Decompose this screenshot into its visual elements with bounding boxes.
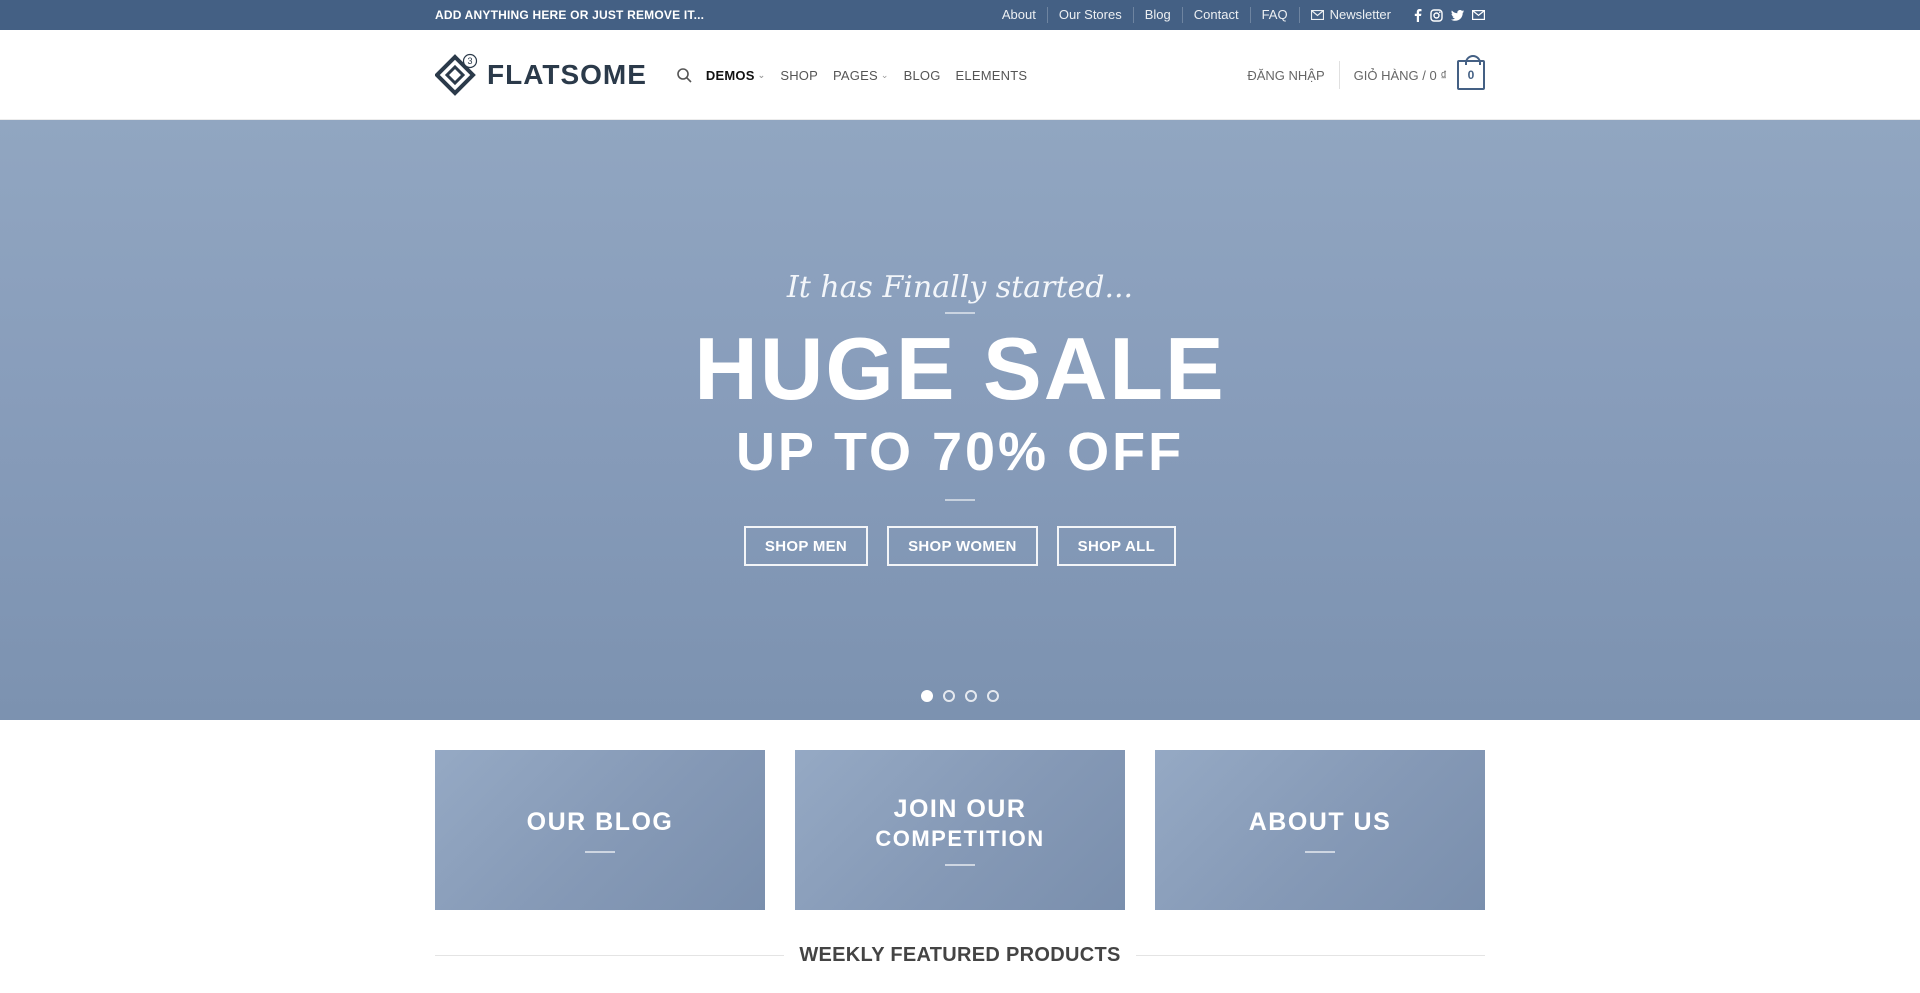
hero-buttons: SHOP MEN SHOP WOMEN SHOP ALL [660,526,1260,566]
shop-women-button[interactable]: SHOP WOMEN [887,526,1038,566]
logo-badge: 3 [467,56,472,66]
slider-dot-2[interactable] [943,690,955,702]
nav-pages[interactable]: PAGES ⌄ [833,68,889,83]
hero-divider-bottom [945,499,975,501]
nav-elements[interactable]: ELEMENTS [956,68,1028,83]
cart-count-badge[interactable]: 0 [1457,55,1485,90]
nav-pages-label: PAGES [833,67,878,83]
envelope-icon [1310,10,1324,20]
heading-line-left [435,954,785,956]
our-blog-label: OUR BLOG [526,808,674,837]
header-actions: ĐĂNG NHẬP GIỎ HÀNG / 0 ₫ 0 [1247,55,1485,90]
email-icon[interactable] [1472,10,1485,20]
promo-boxes: OUR BLOG JOIN OUR COMPETITION ABOUT US [435,750,1485,910]
competition-box[interactable]: JOIN OUR COMPETITION [795,750,1125,910]
top-link-about[interactable]: About [991,7,1047,23]
heading-line-right [1135,954,1485,956]
chevron-down-icon: ⌄ [757,69,766,80]
nav-demos[interactable]: DEMOS ⌄ [706,68,765,83]
top-bar-nav: About Our Stores Blog Contact FAQ Newsle… [991,7,1485,23]
top-link-our-stores[interactable]: Our Stores [1046,7,1133,23]
hero-slider: It has Finally started... HUGE SALE UP T… [0,120,1920,720]
logo-text: FLATSOME [487,59,647,90]
newsletter-link[interactable]: Newsletter [1298,7,1402,23]
hero-content: It has Finally started... HUGE SALE UP T… [660,120,1260,720]
competition-label-line1: JOIN OUR [893,794,1027,823]
top-link-faq[interactable]: FAQ [1249,7,1299,23]
instagram-icon[interactable] [1430,8,1443,22]
top-link-blog[interactable]: Blog [1132,7,1182,23]
search-icon [677,67,692,83]
featured-products-title: WEEKLY FEATURED PRODUCTS [799,943,1121,966]
competition-label-line2: COMPETITION [875,825,1045,851]
logo-mark-icon: 3 [435,53,478,96]
site-logo[interactable]: 3 FLATSOME [435,53,647,97]
nav-shop[interactable]: SHOP [780,68,818,83]
slider-dot-1[interactable] [921,690,933,702]
main-header: 3 FLATSOME DEMOS ⌄ SHOP PAGES ⌄ BLOG ELE… [0,30,1920,120]
box-divider [945,864,975,867]
main-nav: DEMOS ⌄ SHOP PAGES ⌄ BLOG ELEMENTS [677,68,1042,83]
chevron-down-icon: ⌄ [880,69,889,80]
hero-subtitle: UP TO 70% OFF [735,422,1185,482]
hero-divider-top [945,312,975,314]
top-bar: ADD ANYTHING HERE OR JUST REMOVE IT... A… [0,0,1920,30]
shop-men-button[interactable]: SHOP MEN [743,526,869,566]
slider-dots [660,690,1260,702]
featured-products-heading: WEEKLY FEATURED PRODUCTS [435,940,1485,970]
facebook-icon[interactable] [1414,8,1422,22]
shop-all-button[interactable]: SHOP ALL [1056,526,1177,566]
nav-blog[interactable]: BLOG [904,68,941,83]
top-link-contact[interactable]: Contact [1181,7,1250,23]
login-link[interactable]: ĐĂNG NHẬP [1247,68,1338,83]
nav-demos-label: DEMOS [705,67,755,83]
slider-dot-4[interactable] [987,690,999,702]
box-divider [585,850,615,853]
social-icons [1414,8,1485,22]
header-divider [1338,61,1340,89]
top-bar-promo: ADD ANYTHING HERE OR JUST REMOVE IT... [435,8,705,22]
hero-tagline: It has Finally started... [786,270,1134,305]
twitter-icon[interactable] [1451,9,1464,21]
about-us-label: ABOUT US [1248,808,1392,837]
hero-title: HUGE SALE [694,319,1226,418]
about-us-box[interactable]: ABOUT US [1155,750,1485,910]
search-button[interactable] [677,67,692,83]
newsletter-label: Newsletter [1329,7,1391,22]
box-divider [1305,850,1335,853]
cart-link[interactable]: GIỎ HÀNG / 0 ₫ [1354,68,1447,83]
slider-dot-3[interactable] [965,690,977,702]
our-blog-box[interactable]: OUR BLOG [435,750,765,910]
